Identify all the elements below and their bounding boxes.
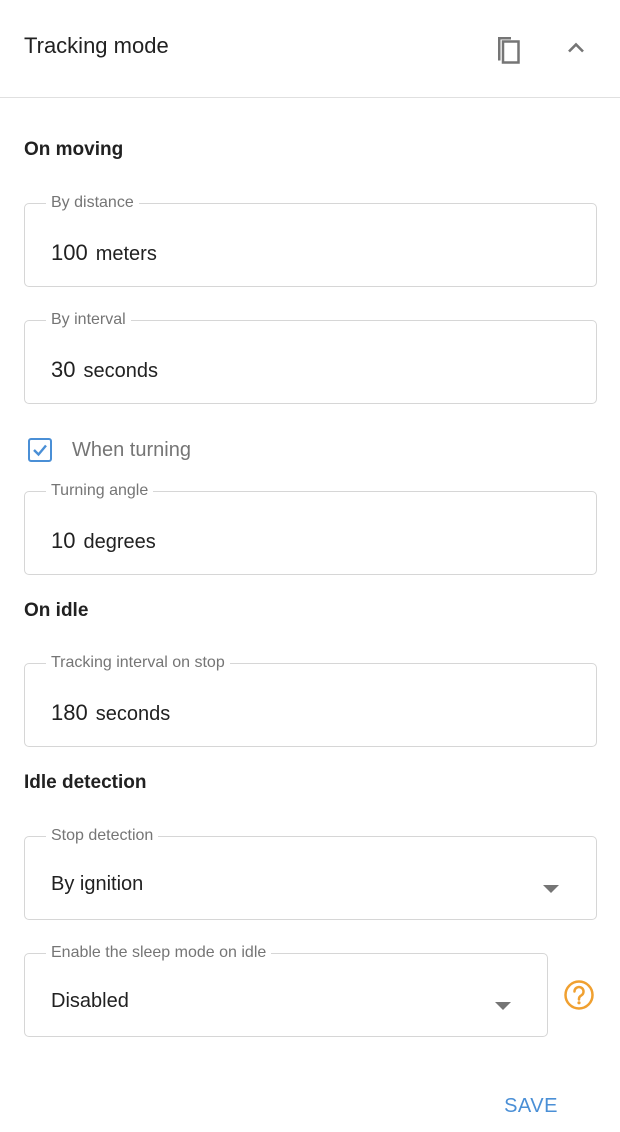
when-turning-checkbox-row[interactable]: When turning xyxy=(28,436,328,466)
panel-header: Tracking mode xyxy=(0,0,620,98)
when-turning-label: When turning xyxy=(72,439,191,461)
dropdown-arrow-icon xyxy=(543,885,559,893)
dropdown-arrow-icon xyxy=(495,1002,511,1010)
stop-detection-select[interactable]: Stop detection By ignition xyxy=(24,827,597,920)
sleep-mode-select[interactable]: Enable the sleep mode on idle Disabled xyxy=(24,944,548,1037)
turning-angle-value: 10 xyxy=(51,528,76,553)
collapse-button[interactable] xyxy=(556,28,596,68)
tracking-interval-on-stop-field[interactable]: Tracking interval on stop 180 seconds xyxy=(24,654,597,747)
turning-angle-input[interactable]: 10 degrees xyxy=(51,528,156,554)
sleep-mode-selected: Disabled xyxy=(51,990,129,1012)
by-distance-field[interactable]: By distance 100 meters xyxy=(24,194,597,287)
stop-detection-label: Stop detection xyxy=(51,827,154,844)
help-circle-icon xyxy=(564,980,594,1010)
tracking-interval-on-stop-unit: seconds xyxy=(95,703,171,725)
turning-angle-field[interactable]: Turning angle 10 degrees xyxy=(24,482,597,575)
by-distance-input[interactable]: 100 meters xyxy=(51,240,157,266)
checkmark-icon xyxy=(33,444,47,457)
by-distance-label: By distance xyxy=(51,194,134,211)
by-interval-label: By interval xyxy=(51,311,126,328)
section-title-idle-detection: Idle detection xyxy=(24,772,147,793)
by-distance-unit: meters xyxy=(95,243,157,265)
section-title-on-moving: On moving xyxy=(24,139,124,160)
when-turning-checkbox[interactable] xyxy=(28,438,52,462)
tracking-interval-on-stop-label: Tracking interval on stop xyxy=(51,654,225,671)
panel-title: Tracking mode xyxy=(24,33,169,58)
turning-angle-label: Turning angle xyxy=(51,482,149,499)
by-distance-value: 100 xyxy=(51,240,88,265)
by-interval-input[interactable]: 30 seconds xyxy=(51,357,158,383)
tracking-interval-on-stop-value: 180 xyxy=(51,700,88,725)
help-button[interactable] xyxy=(563,979,595,1011)
by-interval-value: 30 xyxy=(51,357,76,382)
chevron-up-icon xyxy=(568,42,584,53)
sleep-mode-label: Enable the sleep mode on idle xyxy=(51,944,267,961)
save-button[interactable]: SAVE xyxy=(494,1090,568,1122)
stop-detection-selected: By ignition xyxy=(51,873,144,895)
tracking-interval-on-stop-input[interactable]: 180 seconds xyxy=(51,700,170,726)
section-title-on-idle: On idle xyxy=(24,600,89,621)
copy-button[interactable] xyxy=(490,28,530,68)
by-interval-field[interactable]: By interval 30 seconds xyxy=(24,311,597,404)
by-interval-unit: seconds xyxy=(83,360,158,382)
copy-icon xyxy=(498,37,520,64)
turning-angle-unit: degrees xyxy=(83,531,156,553)
